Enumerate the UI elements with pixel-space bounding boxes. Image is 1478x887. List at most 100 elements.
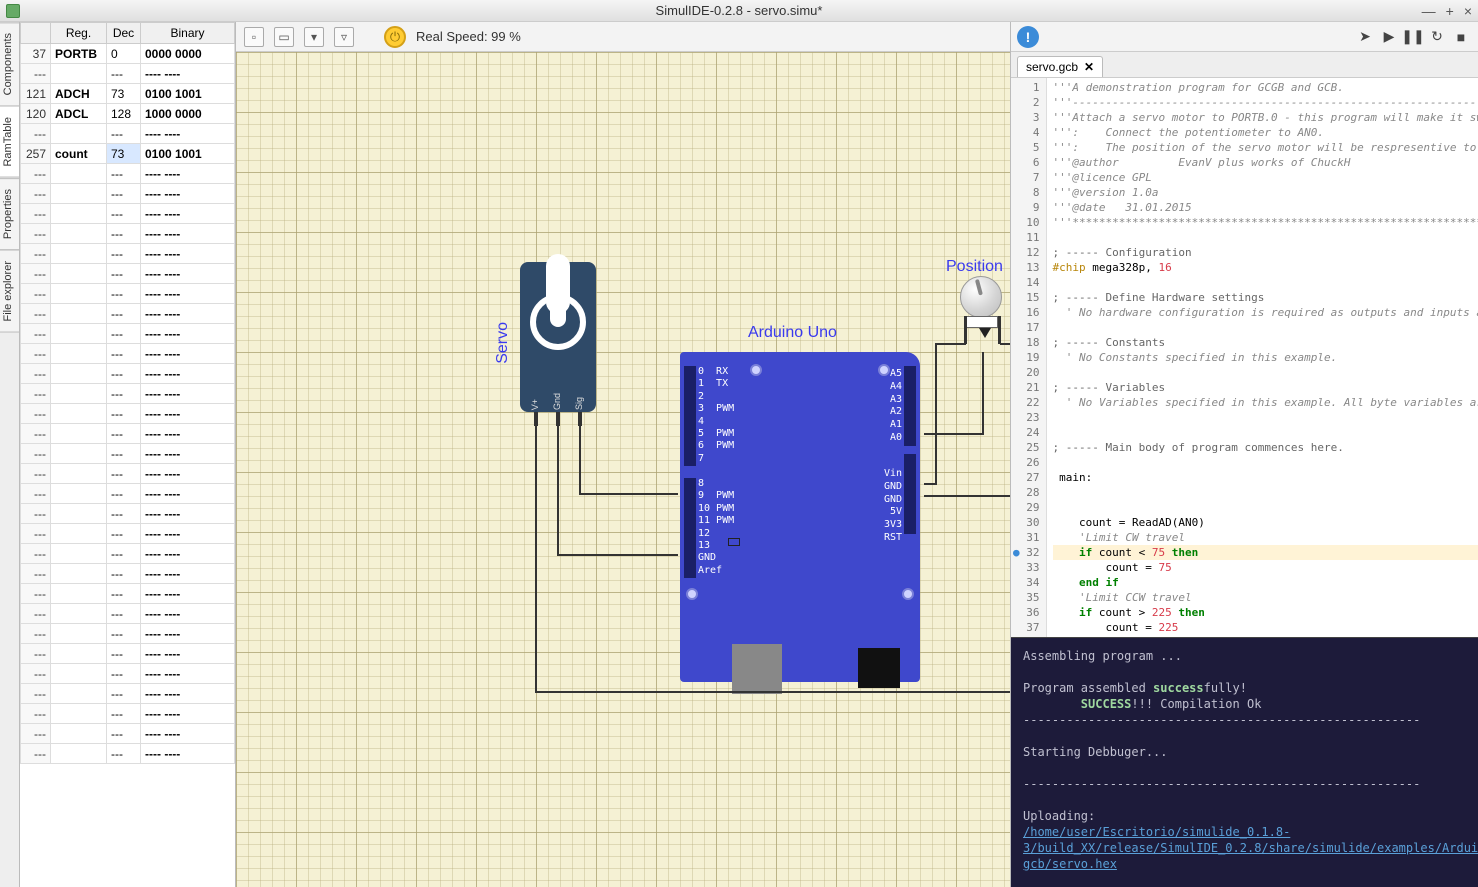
ram-row[interactable]: ---------- ----: [21, 304, 235, 324]
sidetab-file-explorer[interactable]: File explorer: [0, 250, 19, 333]
ram-row[interactable]: ---------- ----: [21, 584, 235, 604]
ram-row[interactable]: ---------- ----: [21, 424, 235, 444]
ram-row[interactable]: ---------- ----: [21, 284, 235, 304]
close-button[interactable]: ×: [1464, 3, 1472, 19]
arduino-pin-label: A1: [890, 419, 902, 430]
ram-row[interactable]: ---------- ----: [21, 244, 235, 264]
save-file-icon[interactable]: ▾: [304, 27, 324, 47]
ram-row[interactable]: ---------- ----: [21, 604, 235, 624]
new-file-icon[interactable]: ▫: [244, 27, 264, 47]
ram-row[interactable]: ---------- ----: [21, 164, 235, 184]
stop-icon[interactable]: ■: [1450, 26, 1472, 48]
side-tabs: Components RamTable Properties File expl…: [0, 22, 20, 887]
arduino-hole-tl: [750, 364, 762, 376]
step-out-icon[interactable]: ➤: [1354, 26, 1376, 48]
editor-gutter: 1 2 3 4 5 6 7 8 9 10 11 12 13 14 15 16 1…: [1011, 78, 1047, 637]
ram-header-reg[interactable]: Reg.: [51, 23, 107, 44]
ram-row[interactable]: ---------- ----: [21, 264, 235, 284]
reset-icon[interactable]: ↻: [1426, 26, 1448, 48]
ram-row[interactable]: ---------- ----: [21, 184, 235, 204]
arduino-pin-label: 12: [698, 528, 710, 539]
ram-row[interactable]: ---------- ----: [21, 444, 235, 464]
arduino-pin-label: A4: [890, 381, 902, 392]
pot-label: Position: [946, 258, 1003, 276]
ram-row[interactable]: ---------- ----: [21, 124, 235, 144]
ram-row[interactable]: ---------- ----: [21, 664, 235, 684]
arduino-pin-label: 6 PWM: [698, 440, 734, 451]
ram-row[interactable]: ---------- ----: [21, 744, 235, 764]
ram-row[interactable]: 121ADCH730100 1001: [21, 84, 235, 104]
ram-row[interactable]: ---------- ----: [21, 384, 235, 404]
arduino-pin-label: Aref: [698, 565, 722, 576]
ram-row[interactable]: 257count730100 1001: [21, 144, 235, 164]
ram-row[interactable]: ---------- ----: [21, 644, 235, 664]
arduino-pin-label: A0: [890, 432, 902, 443]
ram-row[interactable]: 37PORTB00000 0000: [21, 44, 235, 64]
ram-row[interactable]: 120ADCL1281000 0000: [21, 104, 235, 124]
arduino-pin-label: 2: [698, 391, 704, 402]
ram-row[interactable]: ---------- ----: [21, 524, 235, 544]
ram-header-addr[interactable]: [21, 23, 51, 44]
arduino-pin-label: 10 PWM: [698, 503, 734, 514]
output-console[interactable]: Assembling program ... Program assembled…: [1011, 637, 1478, 887]
ram-row[interactable]: ---------- ----: [21, 704, 235, 724]
pause-icon[interactable]: ❚❚: [1402, 26, 1424, 48]
ram-row[interactable]: ---------- ----: [21, 204, 235, 224]
ram-table: Reg. Dec Binary 37PORTB00000 0000-------…: [20, 22, 235, 764]
servo-pinlab-v: V+: [530, 399, 540, 410]
arduino-pin-label: RST: [884, 532, 902, 543]
ram-row[interactable]: ---------- ----: [21, 64, 235, 84]
arduino-pin-label: 3V3: [884, 519, 902, 530]
sim-toolbar: ▫ ▭ ▾ ▿ ⏻ Real Speed: 99 %: [236, 22, 1010, 52]
servo-component[interactable]: V+ Gnd Sig: [520, 262, 596, 412]
ram-header-dec[interactable]: Dec: [107, 23, 141, 44]
arduino-pin-label: A5: [890, 368, 902, 379]
titlebar: SimulIDE-0.2.8 - servo.simu* — + ×: [0, 0, 1478, 22]
sidetab-properties[interactable]: Properties: [0, 178, 19, 250]
arduino-pin-label: 5V: [890, 506, 902, 517]
ram-row[interactable]: ---------- ----: [21, 404, 235, 424]
save-as-icon[interactable]: ▿: [334, 27, 354, 47]
app-icon: [6, 4, 20, 18]
arduino-pin-label: 7: [698, 453, 704, 464]
ram-row[interactable]: ---------- ----: [21, 364, 235, 384]
ram-row[interactable]: ---------- ----: [21, 624, 235, 644]
arduino-board[interactable]: 0 RX1 TX23 PWM45 PWM6 PWM789 PWM10 PWM11…: [680, 352, 920, 682]
sidetab-ramtable[interactable]: RamTable: [0, 106, 19, 178]
arduino-header-left1: [684, 366, 696, 466]
power-button[interactable]: ⏻: [384, 26, 406, 48]
schematic-contents: Servo V+ Gnd Sig Arduino Uno: [236, 52, 1010, 887]
ram-row[interactable]: ---------- ----: [21, 344, 235, 364]
servo-arm-stick-icon: [550, 267, 566, 327]
ram-row[interactable]: ---------- ----: [21, 484, 235, 504]
pot-knob-icon[interactable]: [960, 276, 1002, 318]
maximize-button[interactable]: +: [1446, 3, 1454, 19]
arduino-header-left2: [684, 478, 696, 578]
code-editor[interactable]: 1 2 3 4 5 6 7 8 9 10 11 12 13 14 15 16 1…: [1011, 78, 1478, 637]
pot-leg-l: [964, 316, 967, 344]
open-file-icon[interactable]: ▭: [274, 27, 294, 47]
servo-pin-sig: [578, 412, 582, 426]
ram-row[interactable]: ---------- ----: [21, 324, 235, 344]
ram-row[interactable]: ---------- ----: [21, 224, 235, 244]
ram-row[interactable]: ---------- ----: [21, 564, 235, 584]
play-icon[interactable]: ▶: [1378, 26, 1400, 48]
servo-label: Servo: [494, 322, 512, 364]
ram-row[interactable]: ---------- ----: [21, 464, 235, 484]
ram-header-bin[interactable]: Binary: [141, 23, 235, 44]
editor-code[interactable]: '''A demonstration program for GCGB and …: [1047, 78, 1478, 637]
ram-row[interactable]: ---------- ----: [21, 544, 235, 564]
sidetab-components[interactable]: Components: [0, 22, 19, 106]
minimize-button[interactable]: —: [1422, 3, 1436, 19]
arduino-pin-label: 1 TX: [698, 378, 728, 389]
window-title: SimulIDE-0.2.8 - servo.simu*: [656, 3, 823, 18]
ram-table-panel[interactable]: Reg. Dec Binary 37PORTB00000 0000-------…: [20, 22, 236, 887]
tab-close-icon[interactable]: ✕: [1084, 60, 1094, 74]
schematic-canvas[interactable]: Servo V+ Gnd Sig Arduino Uno: [236, 52, 1010, 887]
ram-row[interactable]: ---------- ----: [21, 724, 235, 744]
ram-row[interactable]: ---------- ----: [21, 684, 235, 704]
info-icon[interactable]: !: [1017, 26, 1039, 48]
tab-servo-gcb[interactable]: servo.gcb ✕: [1017, 56, 1103, 77]
ram-row[interactable]: ---------- ----: [21, 504, 235, 524]
potentiometer[interactable]: [960, 276, 1008, 324]
